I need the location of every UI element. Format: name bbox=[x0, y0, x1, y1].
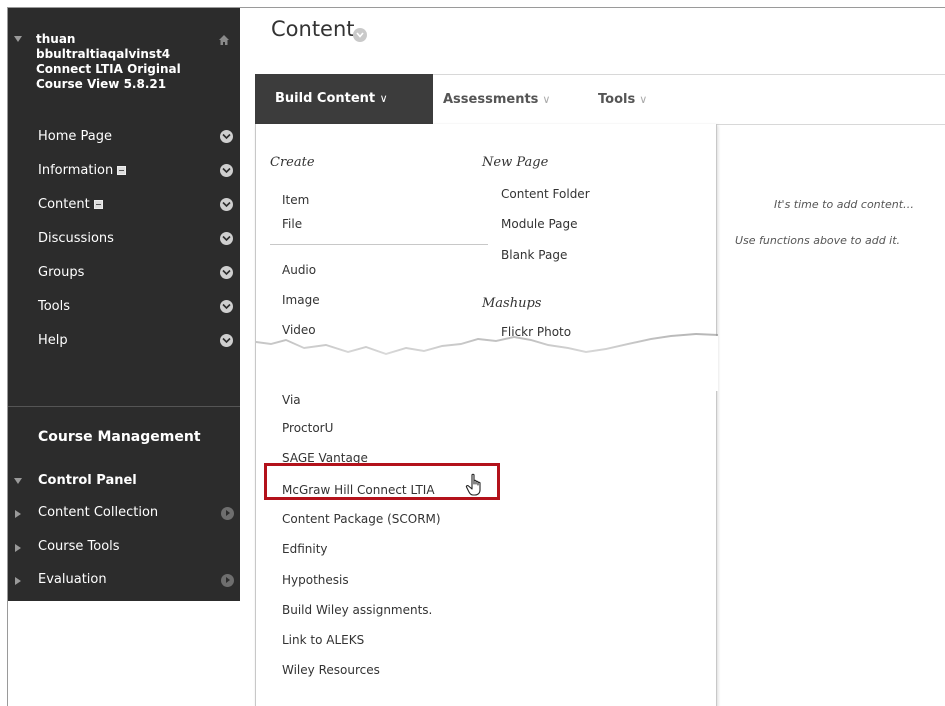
content-icon bbox=[93, 200, 103, 209]
menu-item-edfinity[interactable]: Edfinity bbox=[282, 542, 328, 556]
arrow-right-circle-icon[interactable] bbox=[221, 507, 234, 520]
expand-caret-icon[interactable] bbox=[14, 478, 22, 484]
menu-item-blank-page[interactable]: Blank Page bbox=[501, 248, 567, 262]
course-sidebar: thuan bbultraltiaqalvinst4 Connect LTIA … bbox=[8, 8, 240, 601]
menu-item-image[interactable]: Image bbox=[282, 293, 320, 307]
menu-item-audio[interactable]: Audio bbox=[282, 263, 316, 277]
caret-right-icon bbox=[15, 544, 21, 552]
chevron-down-icon[interactable] bbox=[220, 198, 233, 211]
caret-right-icon bbox=[15, 510, 21, 518]
content-icon bbox=[117, 166, 127, 175]
control-item-evaluation[interactable]: Evaluation bbox=[8, 569, 240, 595]
sidebar-item-label: Home Page bbox=[38, 129, 112, 144]
menu-item-item[interactable]: Item bbox=[282, 193, 309, 207]
assessments-menu[interactable]: Assessments ∨ bbox=[443, 92, 550, 107]
empty-message-line2: Use functions above to add it. bbox=[735, 234, 901, 247]
sidebar-item-label: Tools bbox=[38, 299, 71, 314]
sidebar-item-content[interactable]: Content bbox=[8, 193, 240, 219]
control-item-content-collection[interactable]: Content Collection bbox=[8, 502, 240, 528]
course-title[interactable]: thuan bbultraltiaqalvinst4 Connect LTIA … bbox=[36, 32, 211, 92]
chevron-down-icon[interactable] bbox=[220, 232, 233, 245]
tools-menu[interactable]: Tools ∨ bbox=[598, 92, 647, 107]
sidebar-item-help[interactable]: Help bbox=[8, 329, 240, 355]
sidebar-item-label-wrap: Content bbox=[38, 197, 103, 212]
sidebar-item-label: Help bbox=[38, 333, 68, 348]
caret-right-icon bbox=[15, 577, 21, 585]
app-frame: thuan bbultraltiaqalvinst4 Connect LTIA … bbox=[7, 7, 945, 706]
menu-item-build-wiley-assignments[interactable]: Build Wiley assignments. bbox=[282, 603, 432, 617]
chevron-down-icon: ∨ bbox=[639, 93, 648, 106]
chevron-down-icon[interactable] bbox=[220, 334, 233, 347]
create-heading: Create bbox=[270, 155, 315, 170]
sidebar-item-label: Information bbox=[38, 163, 114, 178]
control-item-label: Evaluation bbox=[38, 572, 107, 587]
menu-item-module-page[interactable]: Module Page bbox=[501, 217, 578, 231]
tools-label: Tools bbox=[598, 92, 636, 107]
sidebar-divider bbox=[8, 406, 240, 407]
menu-item-hypothesis[interactable]: Hypothesis bbox=[282, 573, 349, 587]
collapse-caret-icon[interactable] bbox=[14, 36, 22, 42]
new-page-heading: New Page bbox=[482, 155, 549, 170]
course-management-heading: Course Management bbox=[38, 429, 201, 445]
chevron-down-icon[interactable] bbox=[353, 28, 367, 42]
sidebar-item-label-wrap: Information bbox=[38, 163, 127, 178]
chevron-down-icon: ∨ bbox=[379, 92, 388, 105]
arrow-right-circle-icon[interactable] bbox=[221, 574, 234, 587]
sidebar-item-label: Content bbox=[38, 197, 90, 212]
menu-item-proctoru[interactable]: ProctorU bbox=[282, 421, 333, 435]
sidebar-item-label: Groups bbox=[38, 265, 85, 280]
build-content-dropdown: Create New Page Item File Audio Image Vi… bbox=[255, 124, 718, 706]
chevron-down-icon[interactable] bbox=[220, 266, 233, 279]
sidebar-item-tools[interactable]: Tools bbox=[8, 295, 240, 321]
torn-edge-graphic bbox=[256, 333, 718, 391]
assessments-label: Assessments bbox=[443, 92, 539, 107]
menu-divider bbox=[270, 244, 488, 245]
chevron-down-icon: ∨ bbox=[542, 93, 551, 106]
menu-item-link-to-aleks[interactable]: Link to ALEKS bbox=[282, 633, 364, 647]
menu-item-content-package-scorm[interactable]: Content Package (SCORM) bbox=[282, 512, 441, 526]
sidebar-item-groups[interactable]: Groups bbox=[8, 261, 240, 287]
empty-message-line1: It's time to add content… bbox=[774, 198, 915, 211]
menu-item-wiley-resources[interactable]: Wiley Resources bbox=[282, 663, 380, 677]
build-content-label: Build Content ∨ bbox=[275, 91, 388, 106]
sidebar-item-home-page[interactable]: Home Page bbox=[8, 125, 240, 151]
chevron-down-icon[interactable] bbox=[220, 300, 233, 313]
control-item-label: Course Tools bbox=[38, 539, 120, 554]
control-panel-heading[interactable]: Control Panel bbox=[38, 473, 137, 488]
menu-item-via[interactable]: Via bbox=[282, 393, 301, 407]
control-item-label: Content Collection bbox=[38, 505, 159, 520]
sidebar-item-label: Discussions bbox=[38, 231, 114, 246]
mashups-heading: Mashups bbox=[482, 296, 542, 311]
hand-pointer-cursor-icon bbox=[465, 473, 481, 496]
page-title: Content bbox=[271, 17, 355, 41]
chevron-down-icon[interactable] bbox=[220, 130, 233, 143]
build-content-button[interactable]: Build Content ∨ bbox=[255, 74, 433, 125]
menu-item-content-folder[interactable]: Content Folder bbox=[501, 187, 590, 201]
sidebar-item-discussions[interactable]: Discussions bbox=[8, 227, 240, 253]
sidebar-item-information[interactable]: Information bbox=[8, 159, 240, 185]
home-icon[interactable] bbox=[218, 34, 230, 46]
control-item-course-tools[interactable]: Course Tools bbox=[8, 536, 240, 562]
build-content-text: Build Content bbox=[275, 91, 376, 106]
chevron-down-icon[interactable] bbox=[220, 164, 233, 177]
menu-item-file[interactable]: File bbox=[282, 217, 302, 231]
